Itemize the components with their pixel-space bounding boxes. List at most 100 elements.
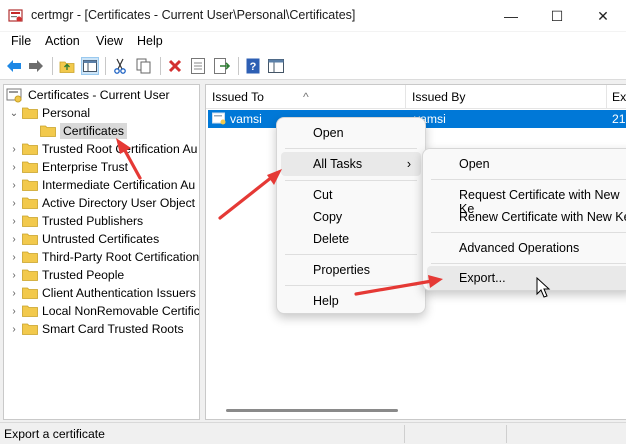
chevron-right-icon[interactable]: › [8, 234, 20, 245]
chevron-right-icon[interactable]: › [8, 198, 20, 209]
back-icon[interactable] [5, 57, 23, 75]
folder-icon [22, 107, 38, 119]
forward-icon[interactable] [27, 57, 45, 75]
tree-item-label: Third-Party Root Certification [42, 250, 200, 264]
column-expiration[interactable]: Ex [612, 90, 626, 104]
toolbar: ? [0, 52, 626, 80]
menu-separator [431, 179, 626, 180]
submenu-item-export[interactable]: Export... [427, 266, 626, 290]
maximize-button[interactable]: ☐ [534, 0, 580, 32]
chevron-right-icon[interactable]: › [8, 252, 20, 263]
tree-item-store[interactable]: › Smart Card Trusted Roots [8, 320, 184, 338]
delete-icon[interactable] [166, 57, 184, 75]
menu-item-delete[interactable]: Delete [281, 227, 421, 251]
chevron-right-icon[interactable]: › [8, 270, 20, 281]
column-issued-by[interactable]: Issued By [412, 90, 466, 104]
chevron-right-icon[interactable]: › [8, 288, 20, 299]
menu-help[interactable]: Help [137, 34, 163, 48]
show-hide-tree-icon[interactable] [81, 57, 99, 75]
tree-item-label: Smart Card Trusted Roots [42, 322, 184, 336]
svg-text:?: ? [250, 61, 257, 73]
status-text: Export a certificate [4, 427, 105, 441]
submenu-item-advanced-operations[interactable]: Advanced Operations [427, 236, 626, 260]
chevron-right-icon[interactable]: › [8, 324, 20, 335]
close-button[interactable]: ✕ [580, 0, 626, 32]
chevron-right-icon[interactable]: › [8, 216, 20, 227]
tree-item-label: Untrusted Certificates [42, 232, 160, 246]
menu-item-help[interactable]: Help [281, 289, 421, 313]
column-divider[interactable] [606, 85, 607, 109]
tree-root[interactable]: Certificates - Current User [6, 86, 170, 104]
folder-icon [22, 197, 38, 209]
column-divider[interactable] [405, 85, 406, 109]
help-icon[interactable]: ? [244, 57, 262, 75]
status-divider [404, 425, 405, 443]
tree-root-label: Certificates - Current User [28, 88, 170, 102]
menu-action[interactable]: Action [45, 34, 80, 48]
menu-item-open[interactable]: Open [281, 121, 421, 145]
folder-icon [40, 125, 56, 137]
console-icon[interactable] [267, 57, 285, 75]
tree-item-store[interactable]: › Untrusted Certificates [8, 230, 159, 248]
tree-item-store[interactable]: › Enterprise Trust [8, 158, 128, 176]
tree-item-store[interactable]: › Trusted People [8, 266, 124, 284]
menu-item-cut[interactable]: Cut [281, 183, 421, 207]
tree-item-store[interactable]: › Client Authentication Issuers [8, 284, 196, 302]
menu-item-all-tasks[interactable]: All Tasks › [281, 152, 421, 176]
chevron-right-icon[interactable]: › [8, 180, 20, 191]
toolbar-separator [238, 57, 239, 75]
submenu-item-request-certificate[interactable]: Request Certificate with New Ke [427, 183, 626, 216]
folder-icon [22, 323, 38, 335]
folder-icon [22, 305, 38, 317]
tree-item-certificates[interactable]: Certificates [26, 122, 127, 140]
status-divider [506, 425, 507, 443]
menu-file[interactable]: File [11, 34, 31, 48]
tree-item-label: Personal [42, 106, 91, 120]
folder-icon [22, 215, 38, 227]
folder-icon [22, 179, 38, 191]
minimize-button[interactable]: — [488, 0, 534, 32]
status-bar: Export a certificate [0, 422, 626, 444]
copy-icon[interactable] [135, 57, 153, 75]
context-menu: Open All Tasks › Cut Copy Delete Propert… [276, 117, 426, 314]
menu-view[interactable]: View [96, 34, 123, 48]
tree-item-label: Client Authentication Issuers [42, 286, 196, 300]
tree-item-label: Local NonRemovable Certific [42, 304, 200, 318]
cut-icon[interactable] [111, 57, 129, 75]
chevron-right-icon[interactable]: › [8, 162, 20, 173]
up-folder-icon[interactable] [58, 57, 76, 75]
console-tree: Certificates - Current User ⌄ Personal C… [3, 84, 200, 420]
all-tasks-submenu: Open Request Certificate with New Ke Ren… [422, 148, 626, 291]
tree-item-store[interactable]: › Intermediate Certification Au [8, 176, 195, 194]
tree-item-store[interactable]: › Active Directory User Object [8, 194, 195, 212]
chevron-right-icon[interactable]: › [8, 306, 20, 317]
window-title: certmgr - [Certificates - Current User\P… [31, 8, 356, 22]
folder-icon [22, 233, 38, 245]
tree-item-store[interactable]: › Trusted Publishers [8, 212, 143, 230]
tree-item-label: Active Directory User Object [42, 196, 196, 210]
tree-item-label: Trusted Root Certification Au [42, 142, 198, 156]
properties-icon[interactable] [189, 57, 207, 75]
tree-item-label: Trusted People [42, 268, 125, 282]
menu-item-copy[interactable]: Copy [281, 205, 421, 229]
tree-item-label: Enterprise Trust [42, 160, 129, 174]
certmgr-app-icon [8, 9, 23, 22]
menu-separator [285, 148, 417, 149]
horizontal-scrollbar[interactable] [226, 409, 398, 412]
submenu-item-open[interactable]: Open [427, 152, 626, 176]
menu-separator [285, 254, 417, 255]
submenu-item-renew-certificate[interactable]: Renew Certificate with New Ke [427, 205, 626, 229]
certificate-store-icon [6, 88, 22, 103]
tree-item-store[interactable]: › Local NonRemovable Certific [8, 302, 200, 320]
tree-item-label: Intermediate Certification Au [42, 178, 196, 192]
tree-item-store[interactable]: › Trusted Root Certification Au [8, 140, 197, 158]
tree-item-store[interactable]: › Third-Party Root Certification [8, 248, 199, 266]
export-list-icon[interactable] [213, 57, 231, 75]
certificate-icon [212, 112, 226, 125]
menu-item-properties[interactable]: Properties [281, 258, 421, 282]
column-issued-to[interactable]: Issued To [212, 90, 264, 104]
folder-icon [22, 287, 38, 299]
chevron-right-icon[interactable]: › [8, 144, 20, 155]
tree-item-personal[interactable]: ⌄ Personal [8, 104, 90, 122]
chevron-down-icon[interactable]: ⌄ [8, 108, 20, 119]
